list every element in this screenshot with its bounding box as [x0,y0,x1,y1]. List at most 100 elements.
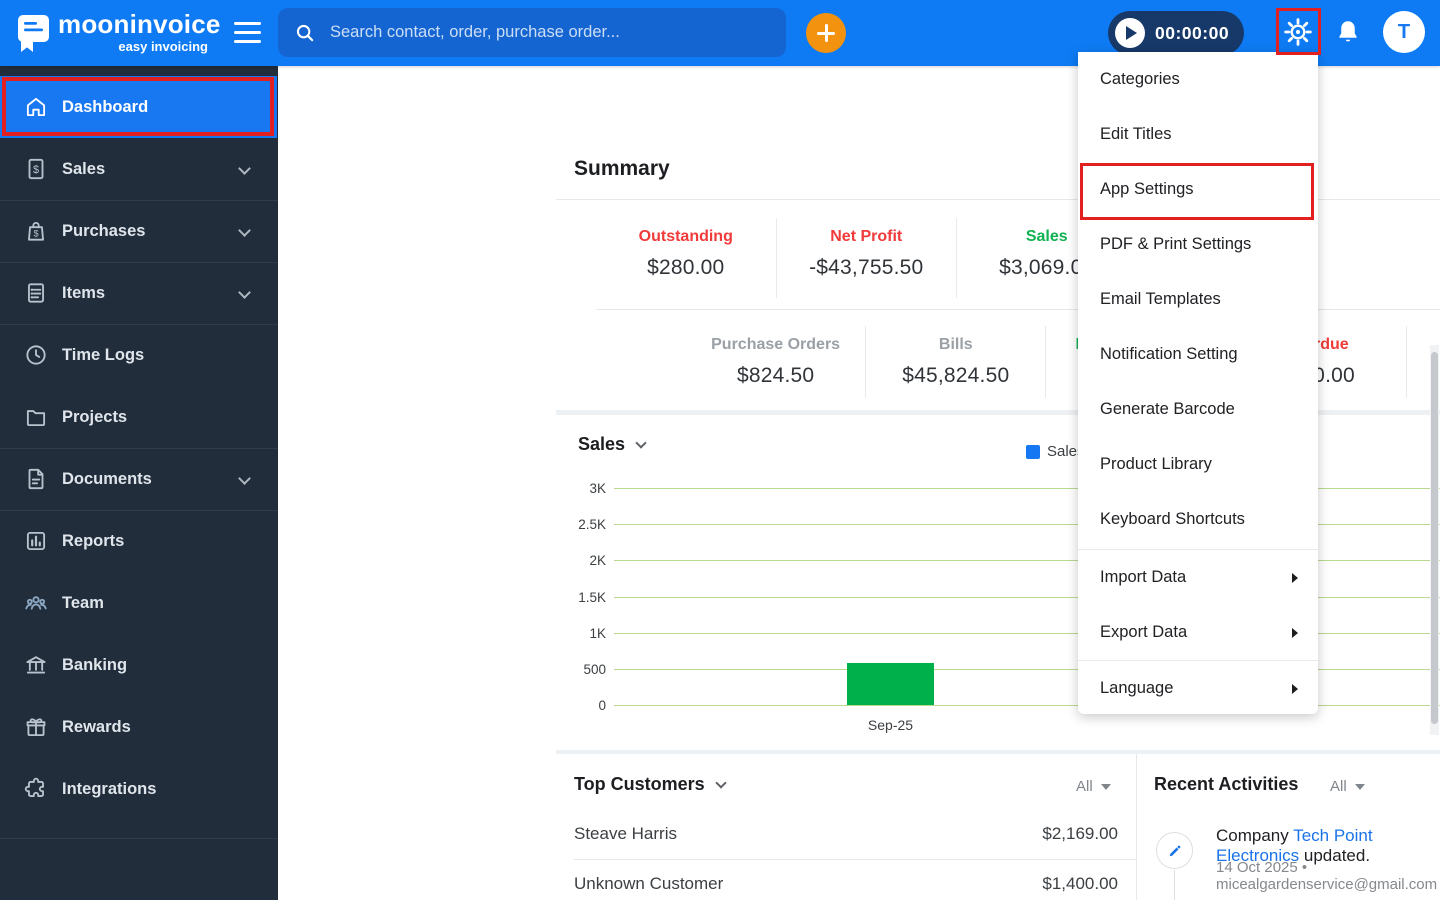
chevron-down-icon [635,436,647,449]
menu-item-edit-titles[interactable]: Edit Titles [1078,107,1318,162]
settings-gear-icon[interactable] [1283,17,1313,47]
stat-outstanding: Outstanding $280.00 [638,228,733,279]
team-icon [25,596,47,610]
scrollbar-thumb[interactable] [1431,352,1438,724]
settings-dropdown-menu: Categories Edit Titles App Settings PDF … [1078,52,1318,714]
sidebar-item-items[interactable]: Items [0,262,277,324]
section-gap [556,750,1440,754]
sidebar-item-time-logs[interactable]: Time Logs [0,324,277,386]
chevron-down-icon [238,286,251,299]
puzzle-icon [24,777,44,797]
menu-item-pdf-print-settings[interactable]: PDF & Print Settings [1078,217,1318,272]
home-icon [26,97,46,117]
timeline-connector [1174,870,1175,900]
x-tick: Sep-25 [867,717,914,733]
search-bar[interactable] [278,8,786,57]
recent-activities-filter[interactable]: All [1330,778,1365,795]
search-icon [296,24,314,41]
user-avatar[interactable]: T [1383,11,1425,53]
menu-item-app-settings[interactable]: App Settings [1078,162,1318,217]
customer-name: Steave Harris [574,824,677,843]
app-window: Summary This Year Outstanding $280.00 Ne… [0,0,1440,900]
stat-purchase-orders: Purchase Orders $824.50 [711,336,841,387]
caret-down-icon [1100,783,1111,790]
menu-item-generate-barcode[interactable]: Generate Barcode [1078,382,1318,437]
sidebar-item-reports[interactable]: Reports [0,510,277,572]
submenu-arrow-icon [1292,572,1298,583]
chart-bar-paid [847,663,934,705]
search-input[interactable] [330,23,770,42]
y-tick: 500 [583,662,606,677]
sidebar-item-team[interactable]: Team [0,572,277,634]
hamburger-menu-icon[interactable] [234,22,262,44]
bank-icon [26,656,46,674]
legend-swatch [1026,444,1040,459]
sidebar-item-dashboard[interactable]: Dashboard [0,76,277,138]
sidebar-item-banking[interactable]: Banking [0,634,277,696]
chart-title-dropdown[interactable]: Sales [578,434,647,455]
activity-meta: 14 Oct 2025 • micealgardenservice@gmail.… [1216,859,1438,893]
top-customers-filter[interactable]: All [1076,778,1111,795]
play-icon[interactable] [1115,18,1145,48]
menu-item-import-data[interactable]: Import Data [1078,550,1318,605]
customer-amount: $1,400.00 [1042,874,1118,893]
panel-divider [1136,754,1137,900]
bar-chart-icon [26,531,46,551]
y-tick: 1K [589,626,606,641]
chevron-down-icon [238,162,251,175]
menu-item-keyboard-shortcuts[interactable]: Keyboard Shortcuts [1078,492,1318,547]
notifications-bell-icon[interactable] [1334,18,1362,46]
menu-item-language[interactable]: Language [1078,661,1318,716]
y-tick: 0 [598,698,606,713]
stat-net-profit: Net Profit -$43,755.50 [775,218,957,298]
customer-name: Unknown Customer [574,874,724,893]
chevron-down-icon [238,472,251,485]
menu-item-email-templates[interactable]: Email Templates [1078,272,1318,327]
sidebar-item-sales[interactable]: $ Sales [0,138,277,200]
menu-item-categories[interactable]: Categories [1078,52,1318,107]
list-icon [28,283,44,303]
customer-amount: $2,169.00 [1042,824,1118,843]
menu-item-notification-setting[interactable]: Notification Setting [1078,327,1318,382]
sidebar: Dashboard $ Sales $ Purchases Items Time… [0,66,278,900]
sidebar-item-documents[interactable]: Documents [0,448,277,510]
menu-item-export-data[interactable]: Export Data [1078,605,1318,660]
sidebar-item-purchases[interactable]: $ Purchases [0,200,277,262]
recent-activities-title: Recent Activities [1154,774,1299,794]
y-tick: 2K [589,553,606,568]
legend-sales[interactable]: Sales [1026,443,1085,460]
svg-text:$: $ [33,228,38,238]
document-icon [28,468,44,490]
folder-icon [26,410,46,427]
y-tick: 3K [589,481,606,496]
divider [574,859,1136,860]
customer-row[interactable]: Unknown Customer $1,400.00 [574,874,1118,894]
mooninvoice-logo-icon[interactable] [14,12,54,54]
shopping-bag-icon: $ [28,222,44,241]
stat-bills: Bills $45,824.50 [865,326,1045,398]
chevron-down-icon [715,776,727,789]
page-title: Summary [574,157,670,180]
stat-hidden [1317,218,1440,298]
y-tick: 2.5K [578,517,606,532]
add-new-button[interactable] [806,13,846,53]
svg-text:$: $ [33,164,39,176]
top-customers-dropdown[interactable]: Top Customers [574,774,727,795]
edit-pencil-icon [1156,832,1193,869]
timer-value: 00:00:00 [1155,22,1230,43]
gift-icon [26,718,46,737]
sidebar-item-projects[interactable]: Projects [0,386,277,448]
caret-down-icon [1354,783,1365,790]
sidebar-item-rewards[interactable]: Rewards [0,696,277,758]
chevron-down-icon [238,224,251,237]
submenu-arrow-icon [1292,683,1298,694]
timer-widget[interactable]: 00:00:00 [1108,11,1244,55]
menu-item-product-library[interactable]: Product Library [1078,437,1318,492]
invoice-icon: $ [28,158,44,180]
summary-row-2: Purchase Orders $824.50 Bills $45,824.50… [686,326,1440,398]
customer-row[interactable]: Steave Harris $2,169.00 [574,824,1118,844]
brand-name[interactable]: mooninvoice [58,9,221,40]
y-tick: 1.5K [578,590,606,605]
sidebar-item-integrations[interactable]: Integrations [0,758,277,820]
submenu-arrow-icon [1292,627,1298,638]
